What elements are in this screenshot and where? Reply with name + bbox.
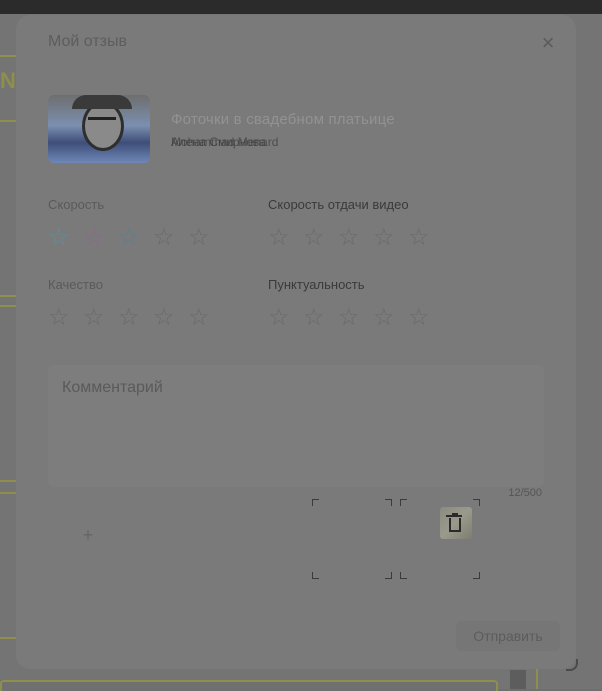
close-icon[interactable]: × xyxy=(538,32,558,54)
star-icon[interactable]: ☆ xyxy=(83,225,118,251)
star-icon[interactable]: ☆ xyxy=(338,225,373,251)
star-icon[interactable]: ☆ xyxy=(48,305,83,331)
star-icon[interactable]: ☆ xyxy=(268,225,303,251)
rating-stars-punctuality[interactable]: ☆ ☆ ☆ ☆ ☆ xyxy=(268,305,443,331)
background-bottom-bar xyxy=(0,680,498,691)
star-icon[interactable]: ☆ xyxy=(268,305,303,331)
star-icon[interactable]: ☆ xyxy=(83,305,118,331)
rating-stars-speed[interactable]: ☆ ☆ ☆ ☆ ☆ xyxy=(48,225,223,251)
star-icon[interactable]: ☆ xyxy=(303,305,338,331)
plus-icon: + xyxy=(82,525,94,545)
comment-placeholder: Комментарий xyxy=(62,379,163,396)
review-modal: Мой отзыв × Фоточки в свадебном платьице… xyxy=(16,15,578,671)
star-icon[interactable]: ☆ xyxy=(153,225,188,251)
star-icon[interactable]: ☆ xyxy=(118,305,153,331)
browser-top-bar xyxy=(0,0,602,14)
background-heading-fragment: N xyxy=(0,68,16,93)
star-icon[interactable]: ☆ xyxy=(373,225,408,251)
order-photo xyxy=(48,95,150,163)
star-icon[interactable]: ☆ xyxy=(373,305,408,331)
rating-label-punctuality: Пунктуальность xyxy=(268,277,365,292)
rating-label-speed: Скорость xyxy=(48,197,105,212)
char-counter: 12/500 xyxy=(508,487,542,499)
star-icon[interactable]: ☆ xyxy=(188,225,223,251)
star-icon[interactable]: ☆ xyxy=(303,225,338,251)
add-photo-button[interactable]: + xyxy=(48,499,312,579)
order-subtitle-overlap: Алена Смирнова xyxy=(171,135,266,149)
star-icon[interactable]: ☆ xyxy=(338,305,373,331)
photo-slot[interactable] xyxy=(312,499,392,579)
order-title: Фоточки в свадебном платьице xyxy=(171,111,395,128)
rating-stars-quality[interactable]: ☆ ☆ ☆ ☆ ☆ xyxy=(48,305,223,331)
star-icon[interactable]: ☆ xyxy=(408,225,443,251)
trash-icon[interactable] xyxy=(446,513,462,532)
rating-stars-video-speed[interactable]: ☆ ☆ ☆ ☆ ☆ xyxy=(268,225,443,251)
modal-title: Мой отзыв xyxy=(48,33,127,50)
star-icon[interactable]: ☆ xyxy=(153,305,188,331)
rating-label-quality: Качество xyxy=(48,277,103,292)
star-icon[interactable]: ☆ xyxy=(408,305,443,331)
rating-label-video-speed: Скорость отдачи видео xyxy=(268,197,409,212)
submit-button[interactable]: Отправить xyxy=(456,621,560,651)
background-scrollbar xyxy=(510,670,526,689)
star-icon[interactable]: ☆ xyxy=(118,225,153,251)
comment-textarea[interactable]: Комментарий 12/500 xyxy=(48,365,544,499)
star-icon[interactable]: ☆ xyxy=(48,225,83,251)
star-icon[interactable]: ☆ xyxy=(188,305,223,331)
